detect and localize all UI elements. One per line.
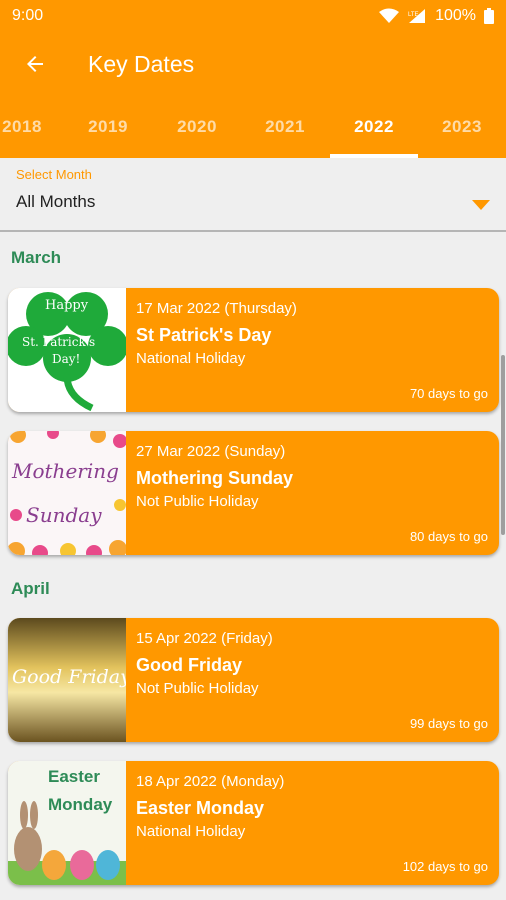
good-friday-image: Good Friday <box>8 618 126 742</box>
event-card-good-friday[interactable]: Good Friday 15 Apr 2022 (Friday) Good Fr… <box>8 618 499 742</box>
event-title: Easter Monday <box>136 798 265 818</box>
image-caption-mothering: Mothering <box>12 459 119 483</box>
tab-2019[interactable]: 2019 <box>64 96 152 158</box>
image-caption-happy: Happy <box>45 298 89 313</box>
event-title: Mothering Sunday <box>136 468 293 488</box>
event-card-st-patricks-day[interactable]: Happy St. Patrick's Day! 17 Mar 2022 (Th… <box>8 288 499 412</box>
event-type: Not Public Holiday <box>136 493 259 510</box>
month-header-march: March <box>11 248 62 267</box>
page-title: Key Dates <box>88 50 195 77</box>
event-countdown: 70 days to go <box>409 386 488 401</box>
image-caption-monday: Monday <box>48 795 113 814</box>
signal-icon: LTE <box>408 9 426 23</box>
tab-2021[interactable]: 2021 <box>241 96 329 158</box>
tab-2018[interactable]: 2018 <box>0 96 66 158</box>
svg-text:LTE: LTE <box>408 12 419 18</box>
event-countdown: 102 days to go <box>402 859 488 874</box>
battery-icon <box>484 8 494 24</box>
event-date: 18 Apr 2022 (Monday) <box>136 773 285 790</box>
event-card-easter-monday[interactable]: Easter Monday 18 Apr 2022 (Monday) Easte… <box>8 761 499 885</box>
year-tabs: 2018 2019 2020 2021 2022 2023 <box>0 96 506 158</box>
tab-2020[interactable]: 2020 <box>153 96 241 158</box>
event-type: Not Public Holiday <box>136 680 259 697</box>
image-caption-st-patricks: St. Patrick's <box>22 335 96 349</box>
image-caption-sunday: Sunday <box>26 503 102 527</box>
tab-2023[interactable]: 2023 <box>418 96 506 158</box>
month-header-april: April <box>11 579 50 598</box>
image-caption-good-friday: Good Friday <box>12 666 126 688</box>
month-select[interactable]: Select Month All Months <box>0 158 506 232</box>
event-title: St Patrick's Day <box>136 325 272 345</box>
shamrock-image: Happy St. Patrick's Day! <box>8 288 126 412</box>
month-select-label: Select Month <box>16 167 92 182</box>
event-date: 15 Apr 2022 (Friday) <box>136 630 273 647</box>
image-caption-day: Day! <box>52 352 81 366</box>
event-date: 17 Mar 2022 (Thursday) <box>136 300 297 317</box>
month-select-value: All Months <box>16 192 96 211</box>
status-time: 9:00 <box>12 7 44 24</box>
event-card-mothering-sunday[interactable]: Mothering Sunday 27 Mar 2022 (Sunday) Mo… <box>8 431 499 555</box>
status-bar: 9:00 LTE 100% <box>0 0 506 32</box>
battery-level: 100% <box>435 7 476 24</box>
wifi-icon <box>379 8 400 23</box>
image-caption-easter: Easter <box>48 767 100 786</box>
scrollbar[interactable] <box>501 355 505 535</box>
dropdown-arrow-icon[interactable] <box>472 200 490 210</box>
status-icons: LTE 100% <box>379 7 494 25</box>
back-button[interactable] <box>0 32 70 96</box>
tab-2022[interactable]: 2022 <box>330 96 418 158</box>
event-type: National Holiday <box>136 823 246 840</box>
event-title: Good Friday <box>136 655 243 675</box>
app-bar: Key Dates <box>0 32 506 96</box>
event-countdown: 80 days to go <box>409 529 488 544</box>
arrow-back-icon <box>27 56 43 72</box>
event-type: National Holiday <box>136 350 246 367</box>
event-countdown: 99 days to go <box>409 716 488 731</box>
easter-monday-image: Easter Monday <box>8 761 126 885</box>
event-date: 27 Mar 2022 (Sunday) <box>136 443 286 460</box>
mothering-sunday-image: Mothering Sunday <box>8 431 126 555</box>
